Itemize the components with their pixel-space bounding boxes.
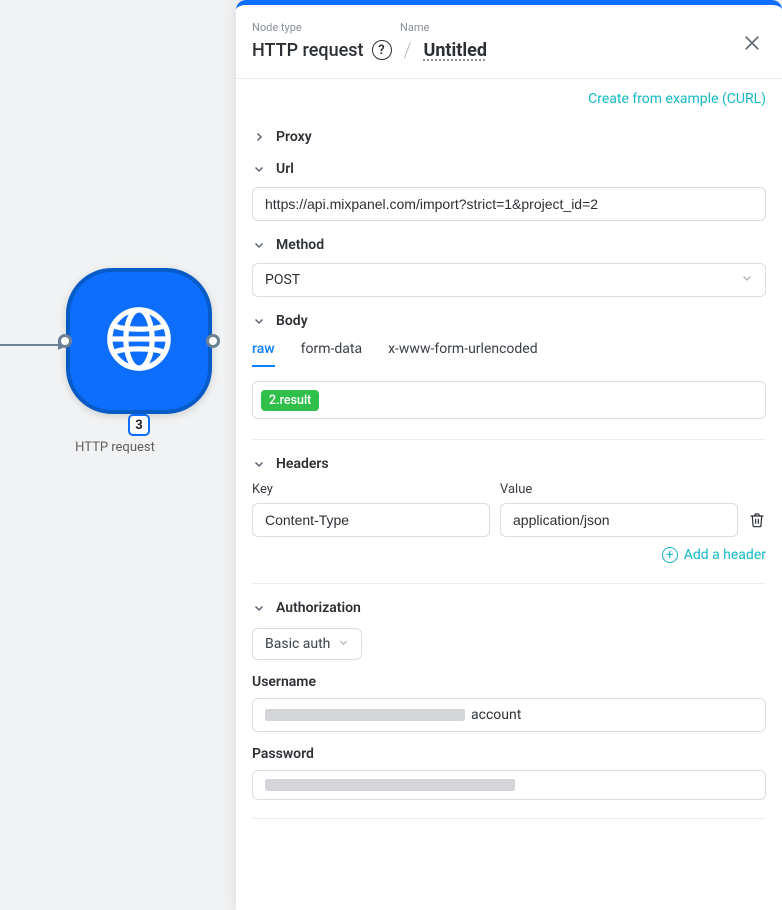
section-authorization-label: Authorization xyxy=(276,600,361,616)
section-headers-label: Headers xyxy=(276,456,329,472)
auth-type-value: Basic auth xyxy=(265,636,330,652)
divider xyxy=(252,583,766,584)
section-method-label: Method xyxy=(276,237,324,253)
divider xyxy=(252,439,766,440)
headers-value-column-label: Value xyxy=(500,482,738,497)
node-label: HTTP request xyxy=(0,440,230,455)
chevron-down-icon xyxy=(252,162,266,176)
nodetype-caption: Node type xyxy=(252,21,396,34)
chevron-down-icon xyxy=(338,636,349,652)
create-from-curl-link[interactable]: Create from example (CURL) xyxy=(252,79,766,113)
plus-circle-icon: + xyxy=(662,547,678,563)
config-panel: Node type Name HTTP request ? / Untitled… xyxy=(236,0,782,910)
section-proxy-label: Proxy xyxy=(276,129,312,145)
add-header-button[interactable]: + Add a header xyxy=(252,547,766,563)
node-output-port[interactable] xyxy=(206,334,220,348)
body-tab-raw[interactable]: raw xyxy=(252,341,275,367)
method-select-value: POST xyxy=(265,272,300,288)
section-body-label: Body xyxy=(276,313,308,329)
auth-type-select[interactable]: Basic auth xyxy=(252,628,362,660)
node-name-input[interactable]: Untitled xyxy=(423,40,487,61)
expression-chip[interactable]: 2.result xyxy=(261,390,319,411)
help-icon[interactable]: ? xyxy=(372,40,392,60)
nodetype-value: HTTP request xyxy=(252,40,364,61)
close-button[interactable] xyxy=(742,33,762,57)
node-input-port[interactable] xyxy=(58,334,72,348)
username-suffix: account xyxy=(471,707,521,723)
chevron-down-icon xyxy=(252,314,266,328)
chevron-right-icon xyxy=(252,130,266,144)
name-caption: Name xyxy=(400,21,429,34)
delete-header-button[interactable] xyxy=(748,512,766,528)
username-label: Username xyxy=(252,674,766,690)
password-input[interactable] xyxy=(252,770,766,800)
chevron-down-icon xyxy=(252,457,266,471)
section-authorization-toggle[interactable]: Authorization xyxy=(252,600,766,616)
chevron-down-icon xyxy=(252,238,266,252)
body-raw-input[interactable]: 2.result xyxy=(252,381,766,419)
section-body-toggle[interactable]: Body xyxy=(252,313,766,329)
globe-icon xyxy=(104,304,174,378)
divider xyxy=(252,818,766,819)
section-url-toggle[interactable]: Url xyxy=(252,161,766,177)
breadcrumb-separator: / xyxy=(404,38,412,62)
header-value-input[interactable] xyxy=(500,503,738,537)
section-url-label: Url xyxy=(276,161,294,177)
add-header-label: Add a header xyxy=(684,547,766,563)
section-proxy-toggle[interactable]: Proxy xyxy=(252,129,766,145)
header-key-input[interactable] xyxy=(252,503,490,537)
http-request-node[interactable] xyxy=(66,268,212,414)
workflow-canvas[interactable]: 3 HTTP request xyxy=(0,0,236,910)
node-run-count-badge: 3 xyxy=(128,414,150,436)
body-tab-form-data[interactable]: form-data xyxy=(301,341,362,367)
chevron-down-icon xyxy=(252,601,266,615)
redacted-text xyxy=(265,779,515,791)
url-input[interactable] xyxy=(252,187,766,221)
method-select[interactable]: POST xyxy=(252,263,766,297)
section-headers-toggle[interactable]: Headers xyxy=(252,456,766,472)
password-label: Password xyxy=(252,746,766,762)
username-input[interactable]: account xyxy=(252,698,766,732)
panel-header: Node type Name HTTP request ? / Untitled xyxy=(236,5,782,79)
headers-key-column-label: Key xyxy=(252,482,490,497)
body-tab-urlencoded[interactable]: x-www-form-urlencoded xyxy=(388,341,538,367)
chevron-down-icon xyxy=(741,272,753,288)
section-method-toggle[interactable]: Method xyxy=(252,237,766,253)
redacted-text xyxy=(265,709,465,721)
